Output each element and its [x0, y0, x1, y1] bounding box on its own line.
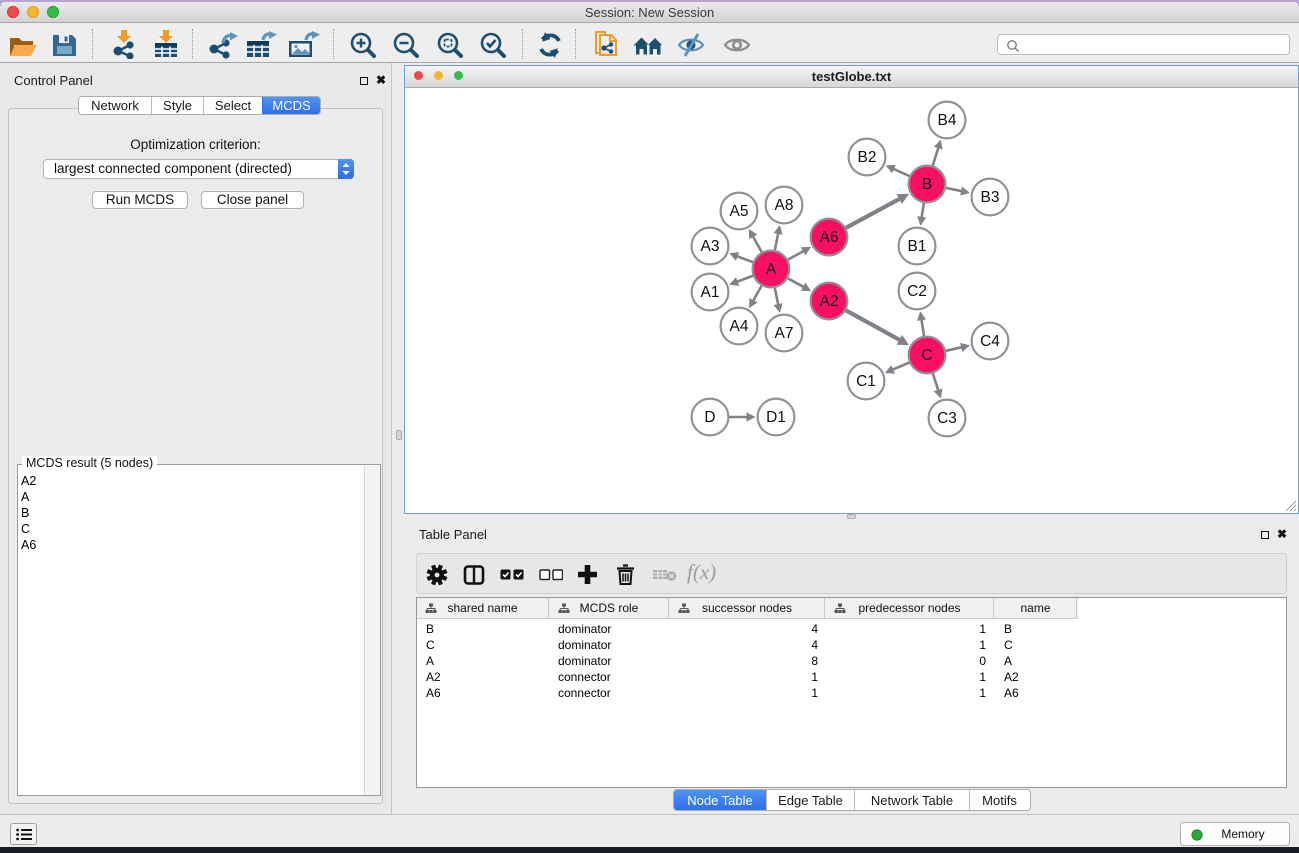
- svg-text:A2: A2: [820, 293, 839, 310]
- svg-text:C3: C3: [937, 410, 957, 427]
- svg-text:D1: D1: [766, 409, 786, 426]
- svg-text:A8: A8: [775, 197, 794, 214]
- svg-text:A6: A6: [820, 229, 839, 246]
- svg-text:A5: A5: [730, 203, 749, 220]
- svg-text:A: A: [766, 261, 777, 278]
- svg-text:B1: B1: [908, 238, 927, 255]
- svg-text:A4: A4: [730, 318, 749, 335]
- svg-text:B: B: [922, 176, 932, 193]
- svg-text:A3: A3: [701, 238, 720, 255]
- svg-text:B4: B4: [938, 112, 957, 129]
- svg-text:C1: C1: [856, 373, 876, 390]
- svg-text:B3: B3: [981, 189, 1000, 206]
- svg-text:D: D: [704, 409, 715, 426]
- svg-text:A1: A1: [701, 284, 720, 301]
- svg-text:C: C: [921, 347, 932, 364]
- svg-text:C2: C2: [907, 283, 927, 300]
- svg-text:A7: A7: [775, 325, 794, 342]
- svg-text:B2: B2: [858, 149, 877, 166]
- svg-text:C4: C4: [980, 333, 1000, 350]
